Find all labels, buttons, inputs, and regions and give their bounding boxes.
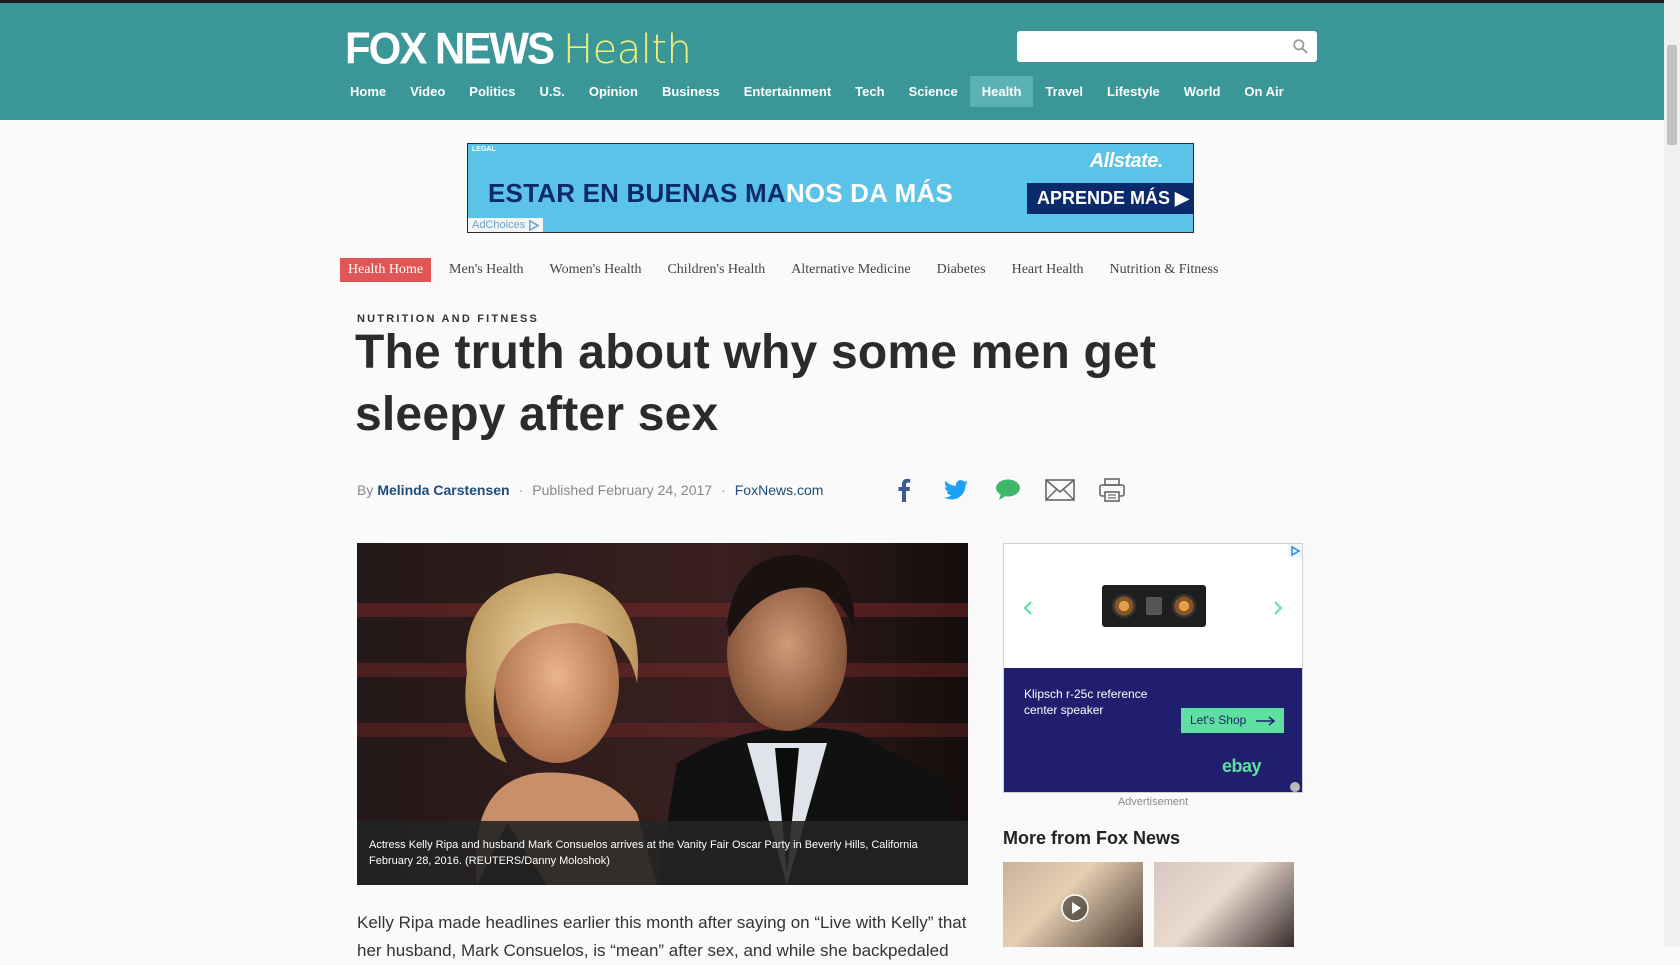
facebook-share-button[interactable] — [878, 474, 930, 506]
nav-science[interactable]: Science — [897, 76, 970, 107]
ad-headline-part1: ESTAR EN BUENAS MA — [488, 178, 786, 208]
article-title: The truth about why some men get sleepy … — [355, 326, 1157, 441]
ad-cta-button[interactable]: APRENDE MÁS ▶ — [1027, 183, 1193, 214]
article-body-first-paragraph: Kelly Ripa made headlines earlier this m… — [357, 913, 967, 960]
subnav-heart-health[interactable]: Heart Health — [999, 258, 1097, 282]
logo-fox-news: FOX NEWS — [345, 23, 555, 74]
main-nav: Home Video Politics U.S. Opinion Busines… — [338, 76, 1296, 107]
nav-opinion[interactable]: Opinion — [577, 76, 650, 107]
play-triangle-icon: ▶ — [1175, 188, 1189, 208]
publish-date: Published February 24, 2017 — [532, 482, 713, 498]
ad-legal-label: LEGAL — [472, 146, 496, 153]
subnav-nutrition-fitness[interactable]: Nutrition & Fitness — [1097, 258, 1232, 282]
speaker-product-image[interactable] — [1102, 585, 1206, 627]
image-caption: Actress Kelly Ripa and husband Mark Cons… — [357, 821, 968, 885]
subnav-health-home[interactable]: Health Home — [340, 258, 432, 282]
print-icon — [1099, 478, 1125, 502]
subnav-mens-health[interactable]: Men's Health — [436, 258, 536, 282]
speaker-woofer-left — [1112, 594, 1136, 618]
nav-business[interactable]: Business — [650, 76, 732, 107]
nav-health[interactable]: Health — [969, 76, 1034, 107]
sidebar-ad[interactable]: Klipsch r-25c reference center speaker L… — [1003, 543, 1303, 793]
byline: By Melinda Carstensen · Published Februa… — [357, 482, 823, 498]
comment-icon — [996, 479, 1020, 500]
nav-home[interactable]: Home — [338, 76, 398, 107]
subnav-alternative-medicine[interactable]: Alternative Medicine — [778, 258, 923, 282]
play-icon[interactable] — [1061, 894, 1089, 922]
page-scrollbar[interactable] — [1664, 0, 1680, 947]
twitter-share-button[interactable] — [930, 474, 982, 506]
chevron-right-icon[interactable] — [1270, 600, 1286, 616]
lets-shop-button[interactable]: Let's Shop — [1181, 708, 1284, 733]
nav-video[interactable]: Video — [398, 76, 457, 107]
site-header: FOX NEWS Health Home Video Politics U.S.… — [0, 3, 1664, 120]
top-banner-ad[interactable]: LEGAL ESTAR EN BUENAS MANOS DA MÁS Allst… — [467, 143, 1194, 233]
more-thumbnail[interactable] — [1154, 862, 1294, 947]
search-input[interactable] — [1017, 31, 1317, 62]
nav-us[interactable]: U.S. — [528, 76, 577, 107]
ad-brand-logo: Allstate. — [1089, 150, 1164, 172]
site-logo[interactable]: FOX NEWS Health — [345, 23, 692, 74]
advertisement-label: Advertisement — [1117, 796, 1189, 808]
adchoices-label: AdChoices — [472, 219, 526, 231]
search-icon[interactable] — [1292, 38, 1309, 55]
share-bar — [878, 474, 1138, 506]
more-thumbnail[interactable] — [1003, 862, 1143, 947]
article-hero-image[interactable]: Actress Kelly Ripa and husband Mark Cons… — [357, 543, 968, 885]
nav-lifestyle[interactable]: Lifestyle — [1095, 76, 1172, 107]
nav-on-air[interactable]: On Air — [1232, 76, 1295, 107]
adchoices-badge[interactable]: AdChoices — [468, 218, 544, 232]
byline-separator: · — [518, 482, 524, 498]
speaker-woofer-right — [1172, 594, 1196, 618]
arrow-right-icon — [1256, 716, 1276, 726]
side-ad-details: Klipsch r-25c reference center speaker L… — [1004, 668, 1302, 792]
byline-separator: · — [721, 482, 726, 498]
facebook-icon — [898, 478, 911, 502]
side-ad-product-name: Klipsch r-25c reference center speaker — [1024, 687, 1148, 717]
subnav-womens-health[interactable]: Women's Health — [536, 258, 654, 282]
lets-shop-label: Let's Shop — [1190, 713, 1247, 727]
subnav-diabetes[interactable]: Diabetes — [924, 258, 999, 282]
nav-entertainment[interactable]: Entertainment — [732, 76, 843, 107]
ad-cta-label: APRENDE MÁS — [1037, 188, 1171, 208]
nav-tech[interactable]: Tech — [843, 76, 896, 107]
nav-politics[interactable]: Politics — [457, 76, 527, 107]
twitter-icon — [944, 480, 968, 500]
adchoices-icon[interactable] — [1288, 544, 1302, 558]
ad-headline: ESTAR EN BUENAS MANOS DA MÁS — [488, 178, 953, 209]
email-icon — [1045, 479, 1075, 501]
byline-by: By — [357, 482, 374, 498]
ad-headline-part2: NOS DA MÁS — [785, 178, 953, 208]
nav-world[interactable]: World — [1172, 76, 1233, 107]
email-share-button[interactable] — [1034, 474, 1086, 506]
adchoices-icon — [529, 219, 540, 231]
health-subnav: Health Home Men's Health Women's Health … — [340, 258, 1231, 282]
author-link[interactable]: Melinda Carstensen — [377, 482, 509, 498]
logo-health: Health — [563, 27, 692, 73]
subnav-childrens-health[interactable]: Children's Health — [654, 258, 778, 282]
nav-travel[interactable]: Travel — [1033, 76, 1095, 107]
print-button[interactable] — [1086, 474, 1138, 506]
info-icon[interactable] — [1290, 782, 1300, 792]
source-link[interactable]: FoxNews.com — [735, 482, 824, 498]
ebay-logo: ebay — [1222, 756, 1262, 776]
speaker-tweeter — [1146, 597, 1162, 615]
side-ad-product-carousel — [1004, 544, 1302, 668]
more-from-fox-news-heading: More from Fox News — [1003, 828, 1181, 848]
scrollbar-thumb[interactable] — [1667, 45, 1677, 145]
comment-button[interactable] — [982, 474, 1034, 506]
chevron-left-icon[interactable] — [1020, 600, 1036, 616]
